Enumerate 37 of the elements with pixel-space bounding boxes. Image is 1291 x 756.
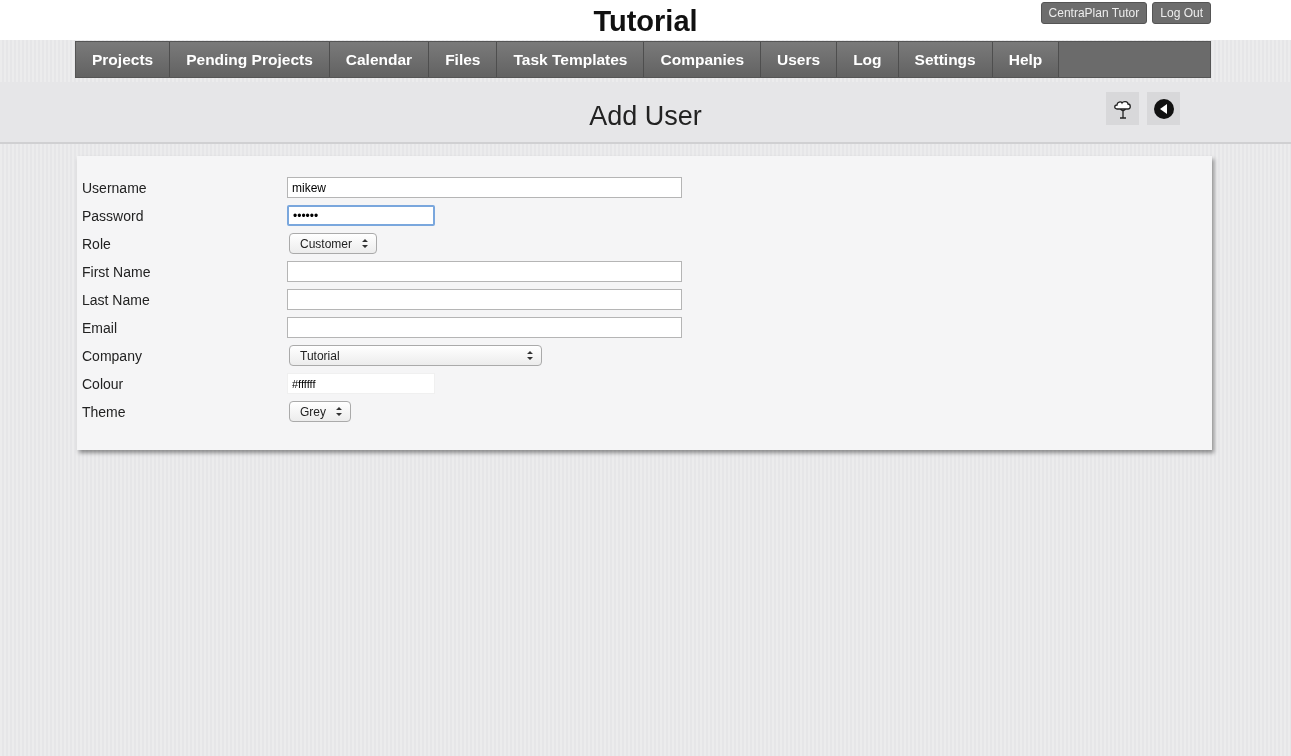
nav-tab[interactable]: Log [837,42,899,77]
field-label: Theme [82,403,127,420]
input-field[interactable]: mikew [287,177,682,198]
nav-tab[interactable]: Calendar [329,42,430,77]
nav-tab[interactable]: Companies [644,42,762,77]
field-label: Password [82,207,145,224]
input-field[interactable] [287,289,682,310]
account-button[interactable]: Log Out [1152,2,1211,24]
nav-tab[interactable]: Files [429,42,498,77]
select-dropdown[interactable]: Grey [289,401,351,422]
stepper-arrows-icon [527,351,533,360]
nav-tab[interactable]: Settings [898,42,993,77]
nav-tab[interactable]: Pending Projects [170,42,330,77]
site-title: Tutorial [593,4,698,38]
page-title: Add User [589,101,702,132]
stepper-arrows-icon [336,407,342,416]
nav-tab[interactable]: Task Templates [497,42,645,77]
field-label: Email [82,319,118,336]
input-field[interactable]: •••••• [287,205,435,226]
field-label: Company [82,347,143,364]
select-dropdown[interactable]: Tutorial [289,345,542,366]
field-label: Last Name [82,291,151,308]
nav-tab[interactable]: Users [761,42,838,77]
select-dropdown[interactable]: Customer [289,233,377,254]
tree-icon[interactable] [1106,92,1139,125]
colour-field[interactable]: #ffffff [287,373,435,394]
account-button[interactable]: CentraPlan Tutor [1040,2,1148,24]
field-label: Role [82,235,112,252]
back-icon[interactable] [1147,92,1180,125]
input-field[interactable] [287,317,682,338]
nav-tab[interactable]: Projects [76,42,171,77]
field-label: First Name [82,263,152,280]
stepper-arrows-icon [362,239,368,248]
field-label: Username [82,179,148,196]
field-label: Colour [82,375,125,392]
input-field[interactable] [287,261,682,282]
nav-tab[interactable]: Help [992,42,1060,77]
